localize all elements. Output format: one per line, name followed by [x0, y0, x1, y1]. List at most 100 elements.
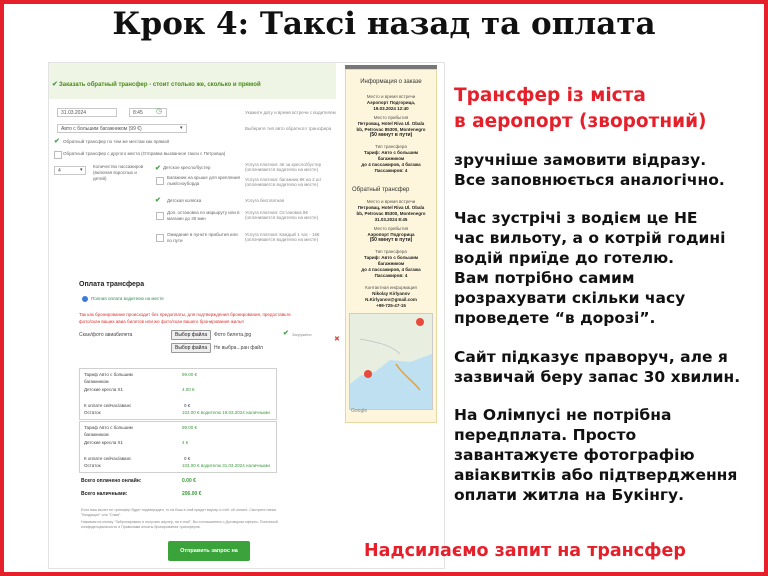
choose-file-button-2[interactable]: Выбор файла: [171, 343, 212, 353]
extra-stop-checkbox[interactable]: [156, 212, 164, 220]
price-row-value: 4.00 €: [182, 387, 195, 392]
note-line: оплати житла на Букінгу.: [454, 486, 685, 504]
info-line: багажником: [377, 156, 405, 161]
service-stroller[interactable]: Детская коляска: [167, 198, 201, 203]
info-line: Nikolay Kirlyanov: [372, 291, 410, 296]
close-icon[interactable]: ✖: [334, 335, 340, 343]
total-online-value: 0.00 €: [182, 478, 196, 484]
note-line: проведете “в дорозі”.: [454, 309, 656, 327]
note-line: водій приїде до готелю.: [454, 249, 675, 267]
price-table-return: Тариф Авто с большим 99.00 € багажником …: [79, 421, 277, 473]
note-line: зручніше замовити відразу.: [454, 151, 707, 169]
note-line: На Олімпусі не потрібна: [454, 406, 672, 424]
price-row-value: 0 €: [184, 403, 191, 408]
fine-print: конфиденциальности и Правилами оплаты бр…: [81, 525, 201, 529]
price-row-value: 103.00 € водителю 19.03.2024 наличными: [182, 410, 270, 415]
price-row-label: Детские кресла Х1: [84, 440, 124, 445]
price-row-label: багажником: [84, 379, 109, 384]
notes-heading: в аеропорт (зворотний): [454, 111, 707, 132]
info-line: (50 минут в пути): [369, 237, 413, 243]
info-line: до 4 пассажиров, 4 багажа: [361, 267, 421, 272]
footer-caption: Надсилаємо запит на трансфер: [364, 541, 686, 561]
info-line: 31.03.2024 8:45: [374, 217, 408, 222]
price-row-value: 99.00 €: [182, 372, 198, 377]
roof-rack-checkbox[interactable]: [156, 177, 164, 185]
note-line: Все заповнюється аналогічно.: [454, 171, 725, 189]
map-marker-icon: [416, 318, 424, 326]
other-route-checkbox[interactable]: [54, 151, 62, 159]
note-line: розрахувати скільки часу: [454, 289, 686, 307]
note-line: Час зустрічі з водієм це НЕ: [454, 209, 698, 227]
car-type-hint: Выберите тип авто обратного трансфера: [245, 126, 332, 131]
chevron-down-icon: ▾: [80, 167, 83, 173]
note-line: зазвичай беру запас 30 хвилин.: [454, 368, 741, 386]
payment-radio[interactable]: [82, 296, 88, 302]
info-line: Место и время встречи: [366, 94, 416, 99]
return-transfer-banner: [49, 63, 336, 99]
price-row-value: 0 €: [184, 456, 191, 461]
price-row-label: Тариф Авто с большим: [84, 425, 133, 430]
info-line: +99-725-47-15: [376, 303, 406, 308]
service-child-seat[interactable]: Детское кресло/бустер: [163, 165, 211, 170]
map-marker-icon: [364, 370, 372, 378]
check-icon: ✔: [155, 165, 161, 172]
note-line: завантажуєте фотографію: [454, 446, 695, 464]
upload-status: Загружено: [292, 332, 312, 337]
passenger-count-label: Количество пассажиров (включая взрослых …: [93, 164, 144, 181]
scan-label: Скан/фото авиабилета: [79, 332, 133, 338]
waiting-checkbox[interactable]: [156, 234, 164, 242]
price-row-label: К оплате сейчас/аванс: [84, 456, 132, 461]
time-hint: Укажите дату и время встречи с водителем: [245, 110, 336, 115]
service-extra-stop: Доп. остановка по маршруту или в магазин…: [167, 210, 240, 221]
info-line: Тип трансфера: [375, 144, 407, 149]
service-hint: Услуга платная: багажник 8€ на 2 шт (опл…: [245, 177, 322, 187]
total-cash-value: 206.00 €: [182, 491, 202, 497]
check-icon: ✔: [155, 197, 161, 204]
choose-file-button[interactable]: Выбор файла: [171, 330, 212, 340]
note-line: Вам потрібно самим: [454, 269, 635, 287]
return-transfer-heading: Обратный трансфер: [352, 187, 410, 193]
info-line: Место и время встречи: [366, 199, 416, 204]
info-line: (50 минут в пути): [369, 132, 413, 138]
info-line: до 4 пассажиров, 4 багажа: [361, 162, 421, 167]
info-line: Контактная информация: [365, 285, 417, 290]
service-hint: Услуга платная: Остановка 8€ (оплачивает…: [245, 210, 319, 220]
info-line: Тариф: Авто с большим: [363, 255, 419, 260]
info-line: Место прибытия: [373, 226, 409, 231]
info-line: 19.03.2024 12:40: [373, 106, 409, 111]
note-line: передплата. Просто: [454, 426, 637, 444]
same-route-option[interactable]: Обратный трансфер по тем же местам как п…: [63, 139, 169, 144]
fine-print: Если ваш вылет не трансфер будет подтвер…: [81, 508, 277, 512]
total-cash-label: Всего наличными:: [81, 491, 128, 497]
file-name: Фото билета.jpg: [214, 332, 252, 338]
info-line: Тариф: Авто с большим: [363, 150, 419, 155]
file-name: Не выбра...ран файл: [214, 345, 263, 351]
car-type-select[interactable]: Авто с большим багажником (99 €): [57, 124, 187, 133]
booking-form-screenshot: ✔ Заказать обратный трансфер - стоит сто…: [48, 62, 445, 569]
check-icon: ✔: [54, 138, 60, 145]
payment-option-label: Полная оплата водителю на месте: [91, 296, 164, 301]
check-icon: ✔: [52, 81, 58, 88]
service-roof-rack: Багажник на крыше для крепления лыж/сноу…: [167, 175, 240, 186]
payment-warning: Так как бронирование происходит без пред…: [79, 312, 291, 317]
service-hint: Услуга платная: Каждый 1 час - 16€ (опла…: [245, 232, 320, 242]
service-waiting: Ожидание в пункте прибытия или по пути: [167, 232, 238, 243]
service-hint: Услуга бесплатная: [245, 198, 285, 203]
clock-icon: ◷: [156, 108, 163, 115]
price-row-label: Детские кресла Х1: [84, 387, 124, 392]
price-row-label: Тариф Авто с большим: [84, 372, 133, 377]
note-line: авіаквитків або підтвердження: [454, 466, 738, 484]
service-hint: Услуга платная: 4€ за кресло/бустер (опл…: [245, 162, 322, 172]
return-transfer-checkbox-label[interactable]: Заказать обратный трансфер - стоит столь…: [59, 82, 261, 88]
info-line: Петровац, Hotel Riva Ul. Obala: [357, 121, 425, 126]
price-row-label: багажником: [84, 432, 109, 437]
send-request-button[interactable]: Отправить запрос на трансфер: [168, 541, 250, 561]
price-row-value: 99.00 €: [182, 425, 198, 430]
order-info-heading: Информация о заказе: [360, 79, 422, 85]
return-date-input[interactable]: 31.03.2024: [57, 108, 117, 117]
fine-print: "Входящие" или "Спам".: [81, 513, 122, 517]
info-line: Пассажиров: 4: [374, 168, 408, 173]
route-map[interactable]: [349, 313, 433, 410]
note-line: Сайт підказує праворуч, але я: [454, 348, 728, 366]
info-line: Аэропорт Подгорица,: [366, 100, 416, 105]
